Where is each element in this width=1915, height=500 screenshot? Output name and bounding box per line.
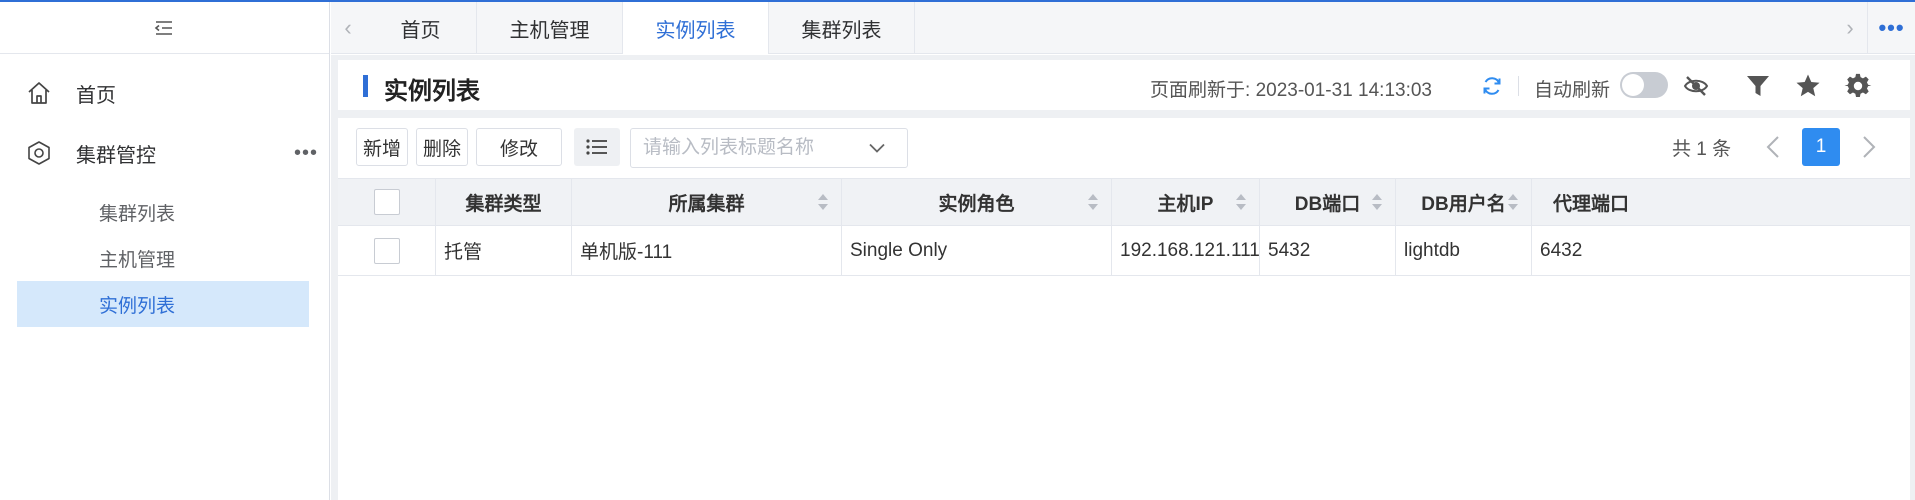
sidebar-item-label: 首页 bbox=[76, 84, 116, 107]
column-header-label: 代理端口 bbox=[1552, 193, 1629, 215]
toggle-knob bbox=[1622, 74, 1644, 96]
sort-icon[interactable] bbox=[1235, 192, 1247, 212]
tab-scroll-left-icon[interactable]: ‹ bbox=[331, 2, 365, 54]
sidebar-item-cluster-list[interactable]: 集群列表 bbox=[17, 189, 309, 235]
chevron-down-icon bbox=[869, 143, 885, 153]
table-cell: lightdb bbox=[1396, 226, 1532, 275]
sort-icon[interactable] bbox=[817, 192, 829, 212]
chevron-left-icon bbox=[1766, 136, 1779, 158]
column-header[interactable]: 代理端口 bbox=[1532, 179, 1650, 225]
page-title: 实例列表 bbox=[384, 78, 480, 105]
sidebar-item-label: 集群管控 bbox=[76, 144, 156, 167]
tab-instance-list[interactable]: 实例列表 bbox=[623, 2, 769, 54]
column-header[interactable]: 主机IP bbox=[1112, 179, 1260, 225]
row-checkbox-cell bbox=[338, 226, 436, 275]
table-cell: Single Only bbox=[842, 226, 1112, 275]
sidebar-item-instance-list[interactable]: 实例列表 bbox=[17, 281, 309, 327]
tab-cluster-list[interactable]: 集群列表 bbox=[769, 2, 915, 54]
more-icon[interactable]: ••• bbox=[294, 142, 318, 165]
hexagon-icon bbox=[28, 141, 50, 165]
table-cell: 5432 bbox=[1260, 226, 1396, 275]
table-cell: 单机版-111 bbox=[572, 226, 842, 275]
column-header-label: 所属集群 bbox=[668, 193, 745, 215]
tab-home[interactable]: 首页 bbox=[365, 2, 477, 54]
home-icon bbox=[28, 82, 50, 104]
sidebar-subitem-label: 集群列表 bbox=[99, 203, 176, 225]
title-accent-bar bbox=[363, 75, 368, 97]
eye-off-icon[interactable] bbox=[1682, 72, 1710, 100]
sort-icon[interactable] bbox=[1371, 192, 1383, 212]
column-header[interactable]: 集群类型 bbox=[436, 179, 572, 225]
sidebar-item-cluster-control[interactable]: 集群管控 ••• bbox=[0, 130, 330, 176]
star-icon[interactable] bbox=[1794, 72, 1822, 100]
sidebar-item-host-management[interactable]: 主机管理 bbox=[17, 235, 309, 281]
divider bbox=[1518, 76, 1519, 96]
sidebar-subitem-label: 主机管理 bbox=[99, 249, 176, 271]
column-header-label: DB端口 bbox=[1294, 193, 1361, 215]
tab-host-management[interactable]: 主机管理 bbox=[477, 2, 623, 54]
chevron-right-icon bbox=[1863, 136, 1876, 158]
column-header-label: 主机IP bbox=[1157, 193, 1214, 215]
page-header: 实例列表 页面刷新于: 2023-01-31 14:13:03 自动刷新 bbox=[338, 60, 1910, 110]
sidebar-item-home[interactable]: 首页 bbox=[0, 70, 330, 116]
sidebar-subitem-label: 实例列表 bbox=[99, 295, 176, 317]
table-row[interactable]: 托管 单机版-111 Single Only 192.168.121.111 5… bbox=[338, 226, 1910, 276]
column-header[interactable]: DB端口 bbox=[1260, 179, 1396, 225]
menu-fold-icon[interactable] bbox=[152, 16, 176, 40]
auto-refresh-label: 自动刷新 bbox=[1534, 80, 1611, 101]
table-cell: 6432 bbox=[1540, 239, 1583, 261]
tab-more-icon[interactable]: ••• bbox=[1867, 2, 1915, 54]
auto-refresh-toggle[interactable] bbox=[1620, 72, 1668, 98]
edit-button[interactable]: 修改 bbox=[476, 128, 562, 166]
column-header-label: 集群类型 bbox=[465, 193, 542, 215]
column-header-label: DB用户名 bbox=[1421, 193, 1506, 215]
table-cell: 192.168.121.111 bbox=[1112, 226, 1260, 275]
column-list-button[interactable] bbox=[574, 128, 620, 166]
table-cell: 托管 bbox=[436, 226, 572, 275]
total-count: 共 1 条 bbox=[1672, 139, 1732, 160]
content-panel: 新增 删除 修改 共 1 条 1 集群类型 所属集群 bbox=[338, 118, 1910, 500]
header-checkbox-cell bbox=[338, 179, 436, 225]
list-icon bbox=[586, 139, 607, 155]
column-title-search-input[interactable] bbox=[643, 136, 863, 160]
sidebar: 首页 集群管控 ••• 集群列表 主机管理 实例列表 bbox=[0, 2, 330, 500]
page-number-button[interactable]: 1 bbox=[1802, 128, 1840, 166]
refresh-label: 页面刷新于: bbox=[1150, 80, 1251, 101]
next-page-button[interactable] bbox=[1854, 129, 1884, 165]
column-header[interactable]: 所属集群 bbox=[572, 179, 842, 225]
sort-icon[interactable] bbox=[1087, 192, 1099, 212]
column-header-label: 实例角色 bbox=[938, 193, 1015, 215]
column-header[interactable]: 实例角色 bbox=[842, 179, 1112, 225]
tab-bar: ‹ 首页 主机管理 实例列表 集群列表 › ••• bbox=[331, 2, 1915, 54]
tab-scroll-right-icon[interactable]: › bbox=[1833, 2, 1867, 54]
refresh-icon[interactable] bbox=[1480, 74, 1504, 98]
sort-icon[interactable] bbox=[1507, 192, 1519, 212]
delete-button[interactable]: 删除 bbox=[416, 128, 468, 166]
sidebar-header bbox=[0, 2, 329, 54]
settings-icon[interactable] bbox=[1844, 72, 1872, 100]
select-all-checkbox[interactable] bbox=[373, 189, 400, 215]
filter-icon[interactable] bbox=[1744, 72, 1772, 100]
refresh-info: 页面刷新于: 2023-01-31 14:13:03 bbox=[1150, 75, 1432, 102]
column-title-select[interactable] bbox=[630, 128, 908, 168]
prev-page-button[interactable] bbox=[1758, 129, 1788, 165]
table-header: 集群类型 所属集群 实例角色 主机IP DB端口 DB用户名 代理端口 bbox=[338, 178, 1910, 226]
row-checkbox[interactable] bbox=[373, 237, 400, 264]
column-header[interactable]: DB用户名 bbox=[1396, 179, 1532, 225]
add-button[interactable]: 新增 bbox=[356, 128, 408, 166]
refresh-time: 2023-01-31 14:13:03 bbox=[1255, 80, 1432, 101]
